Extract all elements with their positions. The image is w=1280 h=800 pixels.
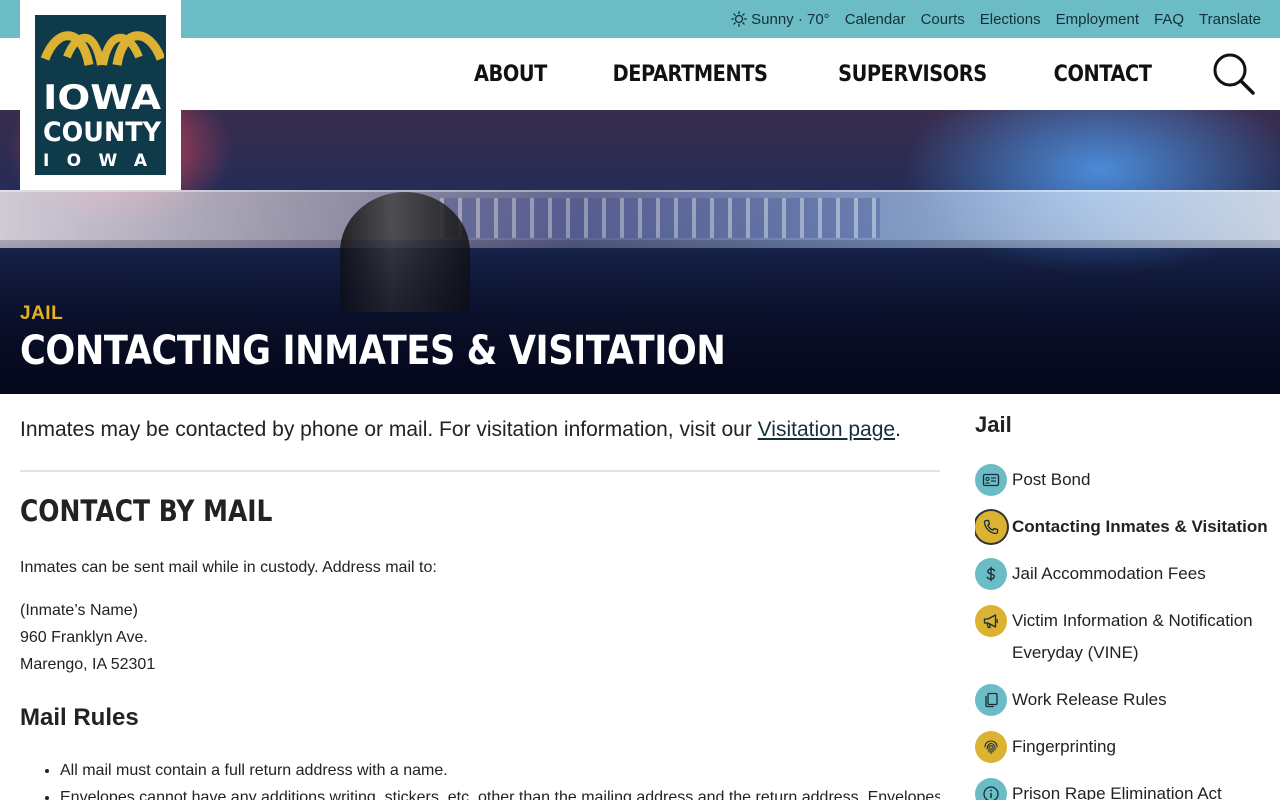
list-item: Envelopes cannot have any additions writ…	[60, 789, 940, 800]
main-nav: About Departments Supervisors Contact	[419, 38, 1158, 110]
sidebar-item-label: Contacting Inmates & Visitation	[1012, 517, 1268, 536]
nav-contact[interactable]: Contact	[1053, 62, 1151, 87]
utility-link-elections[interactable]: Elections	[980, 11, 1041, 28]
nav-about[interactable]: About	[474, 62, 547, 87]
logo-text-state: IOWA	[43, 151, 161, 171]
fingerprint-icon	[975, 731, 1007, 763]
page-title: Contacting Inmates & Visitation	[20, 328, 726, 374]
wheat-emblem-icon: IOWA COUNTY IOWA	[40, 31, 164, 171]
sidebar-item-label: Prison Rape Elimination Act	[1012, 784, 1222, 800]
sidebar-item-contacting-inmates[interactable]: Contacting Inmates & Visitation	[975, 511, 1275, 543]
hero-lightbar-detail	[440, 198, 880, 238]
weather-widget[interactable]: Sunny · 70°	[731, 11, 830, 28]
mail-intro-text: Inmates can be sent mail while in custod…	[20, 559, 437, 576]
sidebar-item-jail-fees[interactable]: Jail Accommodation Fees	[975, 558, 1275, 590]
dollar-icon	[975, 558, 1007, 590]
address-line-city: Marengo, IA 52301	[20, 656, 156, 673]
utility-link-employment[interactable]: Employment	[1056, 11, 1139, 28]
sun-icon	[731, 11, 747, 27]
sidebar-item-label: Jail Accommodation Fees	[1012, 564, 1206, 583]
mail-rules-heading: Mail Rules	[20, 704, 139, 731]
sidebar-nav: Jail Post Bond Contacting Inmates & Visi…	[975, 394, 1280, 800]
sidebar-item-work-release[interactable]: Work Release Rules	[975, 684, 1275, 716]
breadcrumb-section[interactable]: JAIL	[20, 303, 63, 325]
sidebar-item-vine[interactable]: Victim Information & Notification Everyd…	[975, 605, 1275, 669]
sidebar-item-label: Fingerprinting	[1012, 737, 1116, 756]
sidebar-item-label: Post Bond	[1012, 470, 1091, 489]
utility-links: Sunny · 70° Calendar Courts Elections Em…	[731, 0, 1261, 38]
main-content: Inmates may be contacted by phone or mai…	[20, 394, 940, 800]
visitation-page-link[interactable]: Visitation page	[758, 418, 895, 441]
sidebar-item-label: Victim Information & Notification Everyd…	[1012, 611, 1253, 662]
utility-link-courts[interactable]: Courts	[921, 11, 965, 28]
divider	[20, 470, 940, 472]
nav-departments[interactable]: Departments	[612, 62, 767, 87]
info-icon	[975, 778, 1007, 800]
mail-rules-list: All mail must contain a full return addr…	[60, 762, 940, 800]
sidebar-item-prea[interactable]: Prison Rape Elimination Act	[975, 778, 1275, 800]
nav-supervisors[interactable]: Supervisors	[838, 62, 987, 87]
utility-link-faq[interactable]: FAQ	[1154, 11, 1184, 28]
search-icon	[1213, 53, 1255, 95]
weather-text: Sunny · 70°	[751, 10, 830, 28]
address-line-name: (Inmate’s Name)	[20, 602, 138, 619]
sidebar-title[interactable]: Jail	[975, 412, 1012, 438]
utility-link-calendar[interactable]: Calendar	[845, 11, 906, 28]
megaphone-icon	[975, 605, 1007, 637]
phone-icon	[975, 511, 1007, 543]
utility-link-translate[interactable]: Translate	[1199, 11, 1261, 28]
sidebar-item-label: Work Release Rules	[1012, 690, 1167, 709]
list-item: All mail must contain a full return addr…	[60, 762, 940, 780]
intro-end: .	[895, 418, 901, 441]
intro-paragraph: Inmates may be contacted by phone or mai…	[20, 418, 901, 442]
hero-banner: JAIL Contacting Inmates & Visitation	[0, 110, 1280, 394]
search-button[interactable]	[1212, 52, 1256, 96]
id-card-icon	[975, 464, 1007, 496]
copy-icon	[975, 684, 1007, 716]
site-logo-link[interactable]: IOWA COUNTY IOWA	[20, 0, 181, 190]
utility-bar: Sunny · 70° Calendar Courts Elections Em…	[0, 0, 1280, 38]
sidebar-item-post-bond[interactable]: Post Bond	[975, 464, 1275, 496]
section-heading-contact-by-mail: Contact by Mail	[20, 494, 273, 528]
logo-text-iowa: IOWA	[43, 78, 162, 118]
logo-text-county: COUNTY	[43, 117, 161, 148]
county-logo: IOWA COUNTY IOWA	[35, 15, 166, 175]
sidebar-item-fingerprinting[interactable]: Fingerprinting	[975, 731, 1275, 763]
address-line-street: 960 Franklyn Ave.	[20, 629, 148, 646]
intro-text: Inmates may be contacted by phone or mai…	[20, 418, 758, 441]
